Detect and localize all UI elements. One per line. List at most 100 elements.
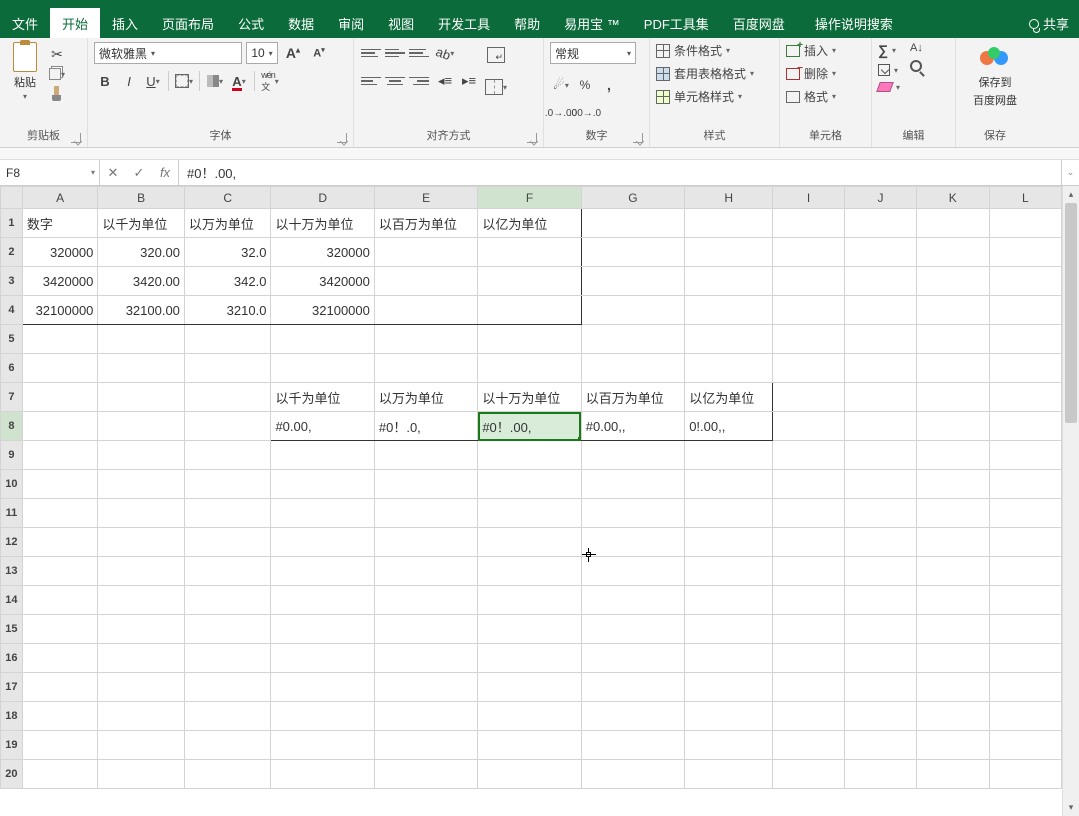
cell-I2[interactable] [773,238,845,267]
tab-insert[interactable]: 插入 [100,8,150,38]
cancel-formula-button[interactable]: ✕ [100,165,126,181]
col-header-C[interactable]: C [184,187,271,209]
cell-G20[interactable] [581,760,684,789]
cell-C9[interactable] [184,441,271,470]
insert-cells-button[interactable]: 插入▾ [786,42,836,59]
cell-D12[interactable] [271,528,374,557]
cell-I13[interactable] [773,557,845,586]
cell-J5[interactable] [844,325,916,354]
cell-K15[interactable] [917,615,990,644]
cell-A12[interactable] [22,528,98,557]
align-bottom-button[interactable] [408,42,430,64]
increase-font-button[interactable]: A▴ [282,42,304,64]
enter-formula-button[interactable]: ✓ [126,165,152,181]
cell-H14[interactable] [685,586,773,615]
cell-E20[interactable] [374,760,477,789]
font-name-combo[interactable]: 微软雅黑▾ [94,42,242,64]
cell-C7[interactable] [184,383,271,412]
cell-H20[interactable] [685,760,773,789]
cell-G8[interactable]: #0.00,, [581,412,684,441]
format-cells-button[interactable]: 格式▾ [786,88,836,105]
cell-I16[interactable] [773,644,845,673]
format-as-table-button[interactable]: 套用表格格式▾ [656,65,754,82]
cell-I9[interactable] [773,441,845,470]
cell-H7[interactable]: 以亿为单位 [685,383,773,412]
conditional-format-button[interactable]: 条件格式▾ [656,42,754,59]
italic-button[interactable]: I [118,70,140,92]
cell-G18[interactable] [581,702,684,731]
align-left-button[interactable] [360,70,382,92]
decrease-indent-button[interactable]: ◂≡ [434,70,456,92]
cell-I14[interactable] [773,586,845,615]
cell-K14[interactable] [917,586,990,615]
col-header-I[interactable]: I [773,187,845,209]
cell-B15[interactable] [98,615,185,644]
cell-B2[interactable]: 320.00 [98,238,185,267]
cell-H12[interactable] [685,528,773,557]
phonetic-button[interactable]: wén文▾ [259,70,281,92]
cell-H11[interactable] [685,499,773,528]
tab-pdf-tools[interactable]: PDF工具集 [632,8,721,38]
cell-E12[interactable] [374,528,477,557]
cell-H10[interactable] [685,470,773,499]
percent-format-button[interactable]: % [574,74,596,96]
cell-I5[interactable] [773,325,845,354]
col-header-E[interactable]: E [374,187,477,209]
worksheet-grid[interactable]: A B C D E F G H I J K L 1数字以千为单位以万为单位以十万… [0,186,1062,789]
cell-L7[interactable] [989,383,1061,412]
cell-I15[interactable] [773,615,845,644]
cell-A2[interactable]: 320000 [22,238,98,267]
cell-A14[interactable] [22,586,98,615]
row-header-11[interactable]: 11 [1,499,23,528]
tab-data[interactable]: 数据 [276,8,326,38]
cell-F17[interactable] [478,673,581,702]
decrease-decimal-button[interactable]: .00→.0 [574,102,596,124]
col-header-F[interactable]: F [478,187,581,209]
cell-F1[interactable]: 以亿为单位 [478,209,581,238]
cell-J9[interactable] [844,441,916,470]
cell-I11[interactable] [773,499,845,528]
cell-H1[interactable] [685,209,773,238]
cell-L3[interactable] [989,267,1061,296]
tab-view[interactable]: 视图 [376,8,426,38]
cell-C6[interactable] [184,354,271,383]
cell-L2[interactable] [989,238,1061,267]
row-header-8[interactable]: 8 [1,412,23,441]
cell-G11[interactable] [581,499,684,528]
cell-H3[interactable] [685,267,773,296]
cell-B11[interactable] [98,499,185,528]
copy-button[interactable]: ▾ [48,66,66,82]
cell-F15[interactable] [478,615,581,644]
cell-D1[interactable]: 以十万为单位 [271,209,374,238]
cell-D4[interactable]: 32100000 [271,296,374,325]
cell-D5[interactable] [271,325,374,354]
cell-B7[interactable] [98,383,185,412]
cell-E2[interactable] [374,238,477,267]
cell-K6[interactable] [917,354,990,383]
row-header-18[interactable]: 18 [1,702,23,731]
cell-J7[interactable] [844,383,916,412]
dialog-launcher-icon[interactable] [527,133,537,143]
cell-H6[interactable] [685,354,773,383]
cell-J14[interactable] [844,586,916,615]
cell-J2[interactable] [844,238,916,267]
cell-G17[interactable] [581,673,684,702]
formula-input[interactable]: #0！.00, [179,160,1061,185]
cell-B12[interactable] [98,528,185,557]
cell-C17[interactable] [184,673,271,702]
cell-C2[interactable]: 32.0 [184,238,271,267]
borders-button[interactable]: ▾ [173,70,195,92]
cell-H2[interactable] [685,238,773,267]
cell-G2[interactable] [581,238,684,267]
cell-C13[interactable] [184,557,271,586]
cell-styles-button[interactable]: 单元格样式▾ [656,88,754,105]
fill-color-button[interactable]: ▾ [204,70,226,92]
cell-L8[interactable] [989,412,1061,441]
row-header-7[interactable]: 7 [1,383,23,412]
clear-button[interactable]: ▾ [878,82,900,92]
row-header-17[interactable]: 17 [1,673,23,702]
cell-E1[interactable]: 以百万为单位 [374,209,477,238]
cell-K9[interactable] [917,441,990,470]
name-box[interactable]: F8▾ [0,160,100,185]
dialog-launcher-icon[interactable] [633,133,643,143]
